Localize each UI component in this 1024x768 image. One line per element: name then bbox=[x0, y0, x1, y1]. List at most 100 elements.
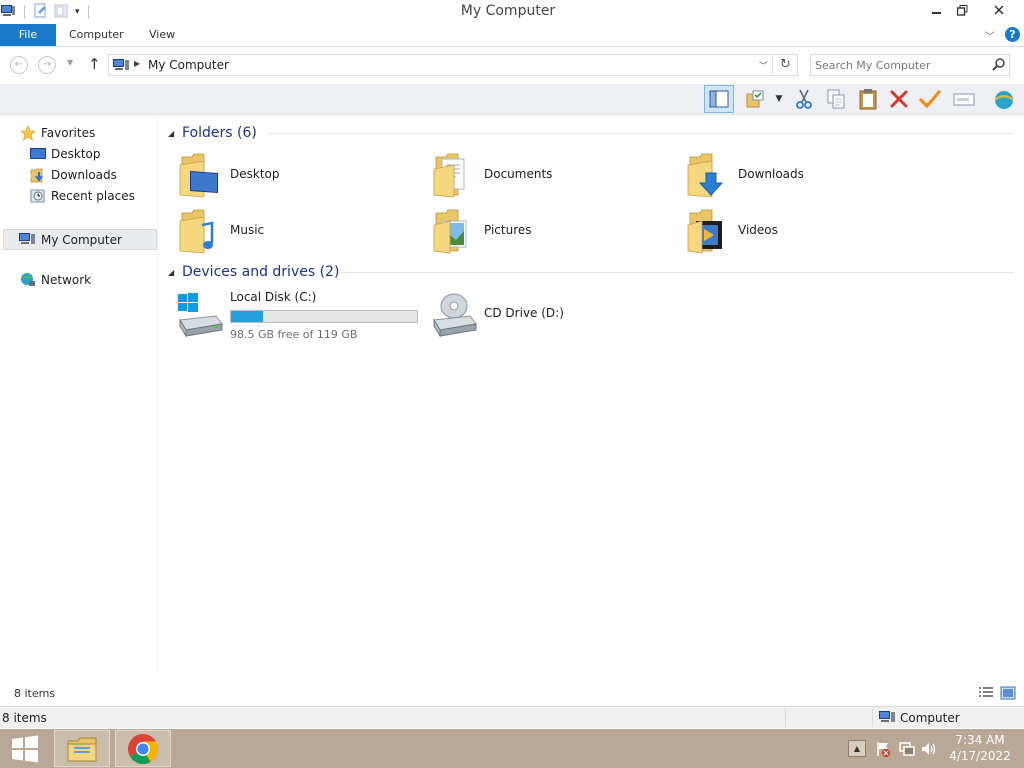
rename-button[interactable] bbox=[950, 86, 978, 112]
up-button[interactable]: ↑ bbox=[88, 55, 101, 73]
minimize-button[interactable] bbox=[924, 0, 950, 20]
nav-item-recent-places[interactable]: Recent places bbox=[30, 186, 135, 206]
status-bar: 8 items bbox=[0, 683, 1024, 705]
collapse-triangle-icon[interactable]: ◢ bbox=[168, 268, 182, 277]
details-view-icon[interactable] bbox=[978, 686, 994, 700]
cd-drive-icon bbox=[433, 293, 477, 338]
folder-tile-pictures[interactable]: Pictures bbox=[412, 203, 662, 257]
forward-button[interactable]: → bbox=[38, 56, 56, 74]
restore-icon bbox=[956, 4, 967, 16]
close-button[interactable] bbox=[976, 0, 1022, 20]
taskbar-chrome[interactable] bbox=[115, 730, 171, 767]
layout-pane-icon bbox=[709, 90, 729, 108]
details-item-count: 8 items bbox=[2, 711, 47, 725]
nav-item-downloads[interactable]: Downloads bbox=[30, 165, 117, 185]
title-bar: ▾ My Computer bbox=[0, 0, 1024, 24]
refresh-button[interactable]: ↻ bbox=[774, 54, 798, 76]
back-button[interactable]: ← bbox=[10, 56, 28, 74]
downloads-folder-icon bbox=[30, 168, 43, 183]
system-clock[interactable]: 7:34 AM 4/17/2022 bbox=[946, 732, 1014, 764]
folder-tile-videos[interactable]: Videos bbox=[666, 203, 916, 257]
restore-button[interactable] bbox=[950, 0, 974, 20]
drive-tile-local-disk-c[interactable]: Local Disk (C:) 98.5 GB free of 119 GB bbox=[158, 286, 428, 341]
collapse-triangle-icon[interactable]: ◢ bbox=[168, 129, 182, 138]
folder-tile-documents[interactable]: Documents bbox=[412, 147, 662, 201]
delete-button[interactable] bbox=[885, 86, 913, 112]
taskbar: ▲ 7:34 AM 4/17/2022 bbox=[0, 729, 1024, 768]
taskbar-file-explorer[interactable] bbox=[54, 730, 110, 767]
toolbar: ▼ bbox=[0, 84, 1024, 115]
folder-tile-music[interactable]: Music bbox=[158, 203, 408, 257]
desktop-folder-icon bbox=[179, 153, 218, 198]
folder-label: Pictures bbox=[484, 223, 532, 237]
nav-item-desktop[interactable]: Desktop bbox=[30, 144, 101, 164]
network-icon bbox=[21, 273, 35, 286]
ribbon-tabs: File Computer View ﹀ ? bbox=[0, 24, 1024, 47]
drive-tile-cd-drive-d[interactable]: CD Drive (D:) bbox=[412, 286, 662, 340]
network-status-icon[interactable] bbox=[898, 740, 916, 758]
folder-tile-downloads[interactable]: Downloads bbox=[666, 147, 916, 201]
show-hidden-icons-button[interactable]: ▲ bbox=[848, 740, 866, 757]
properties-button[interactable] bbox=[916, 86, 944, 112]
paste-button[interactable] bbox=[854, 86, 882, 112]
nav-item-my-computer[interactable]: My Computer bbox=[3, 229, 157, 250]
local-disk-icon bbox=[178, 293, 223, 338]
minimize-icon bbox=[932, 12, 941, 14]
devices-group-header[interactable]: ◢ Devices and drives (2) bbox=[168, 262, 1014, 282]
recent-locations-dropdown-icon[interactable]: ▼ bbox=[67, 58, 73, 67]
nav-item-label: Recent places bbox=[51, 189, 135, 203]
cut-button[interactable] bbox=[790, 86, 818, 112]
chrome-icon bbox=[128, 733, 159, 764]
world-icon bbox=[994, 91, 1014, 109]
rename-icon bbox=[953, 93, 975, 106]
breadcrumb-my-computer[interactable]: My Computer bbox=[148, 58, 229, 72]
cut-icon bbox=[796, 89, 812, 109]
nav-item-network[interactable]: Network bbox=[20, 270, 91, 290]
search-input[interactable] bbox=[815, 57, 985, 73]
tab-file[interactable]: File bbox=[0, 24, 56, 46]
address-bar[interactable]: ▶ My Computer ﹀ bbox=[108, 54, 773, 76]
computer-icon bbox=[112, 58, 130, 76]
desktop-icon bbox=[30, 148, 46, 159]
navigation-bar: ← → ▼ ↑ ▶ My Computer ﹀ ↻ bbox=[0, 48, 1024, 83]
content-area: ◢ Folders (6) Desktop Documents Download… bbox=[158, 116, 1024, 672]
large-icons-view-icon[interactable] bbox=[1000, 686, 1016, 700]
folder-options-button[interactable] bbox=[742, 86, 770, 112]
group-divider bbox=[338, 272, 1014, 273]
folder-tile-desktop[interactable]: Desktop bbox=[158, 147, 408, 201]
computer-icon bbox=[879, 711, 895, 722]
tab-computer[interactable]: Computer bbox=[57, 24, 136, 46]
nav-item-label: Network bbox=[41, 273, 92, 287]
videos-folder-icon bbox=[687, 209, 722, 254]
window-title: My Computer bbox=[460, 3, 556, 19]
pictures-folder-icon bbox=[433, 209, 467, 254]
tab-view[interactable]: View bbox=[137, 24, 187, 46]
network-location-button[interactable] bbox=[990, 86, 1018, 112]
navigation-pane: Favorites Desktop Downloads Recent place… bbox=[0, 116, 157, 672]
drive-free-space: 98.5 GB free of 119 GB bbox=[230, 328, 358, 341]
nav-item-label: My Computer bbox=[41, 232, 122, 247]
folder-label: Music bbox=[230, 223, 265, 237]
address-history-dropdown-icon[interactable]: ﹀ bbox=[759, 59, 768, 72]
expand-ribbon-chevron-icon[interactable]: ﹀ bbox=[985, 28, 995, 43]
folder-options-dropdown-icon[interactable]: ▼ bbox=[770, 86, 788, 112]
documents-folder-icon bbox=[433, 153, 465, 198]
details-divider bbox=[785, 709, 786, 727]
paste-icon bbox=[859, 89, 877, 110]
checkmark-icon bbox=[919, 90, 941, 109]
copy-button[interactable] bbox=[822, 86, 850, 112]
search-icon[interactable] bbox=[991, 57, 1007, 73]
breadcrumb-separator-icon[interactable]: ▶ bbox=[134, 59, 140, 68]
folders-group-header[interactable]: ◢ Folders (6) bbox=[168, 123, 1014, 143]
nav-favorites[interactable]: Favorites bbox=[20, 123, 95, 143]
details-location: Computer bbox=[878, 710, 960, 725]
start-button[interactable] bbox=[0, 729, 50, 768]
folder-options-icon bbox=[746, 90, 764, 108]
action-center-flag-icon[interactable] bbox=[874, 740, 892, 758]
help-icon[interactable]: ? bbox=[1005, 27, 1020, 42]
details-bar: 8 items Computer bbox=[0, 706, 1024, 728]
layout-pane-button[interactable] bbox=[704, 85, 734, 113]
volume-icon[interactable] bbox=[920, 740, 938, 758]
search-box[interactable] bbox=[810, 54, 1010, 76]
copy-icon bbox=[827, 89, 845, 109]
